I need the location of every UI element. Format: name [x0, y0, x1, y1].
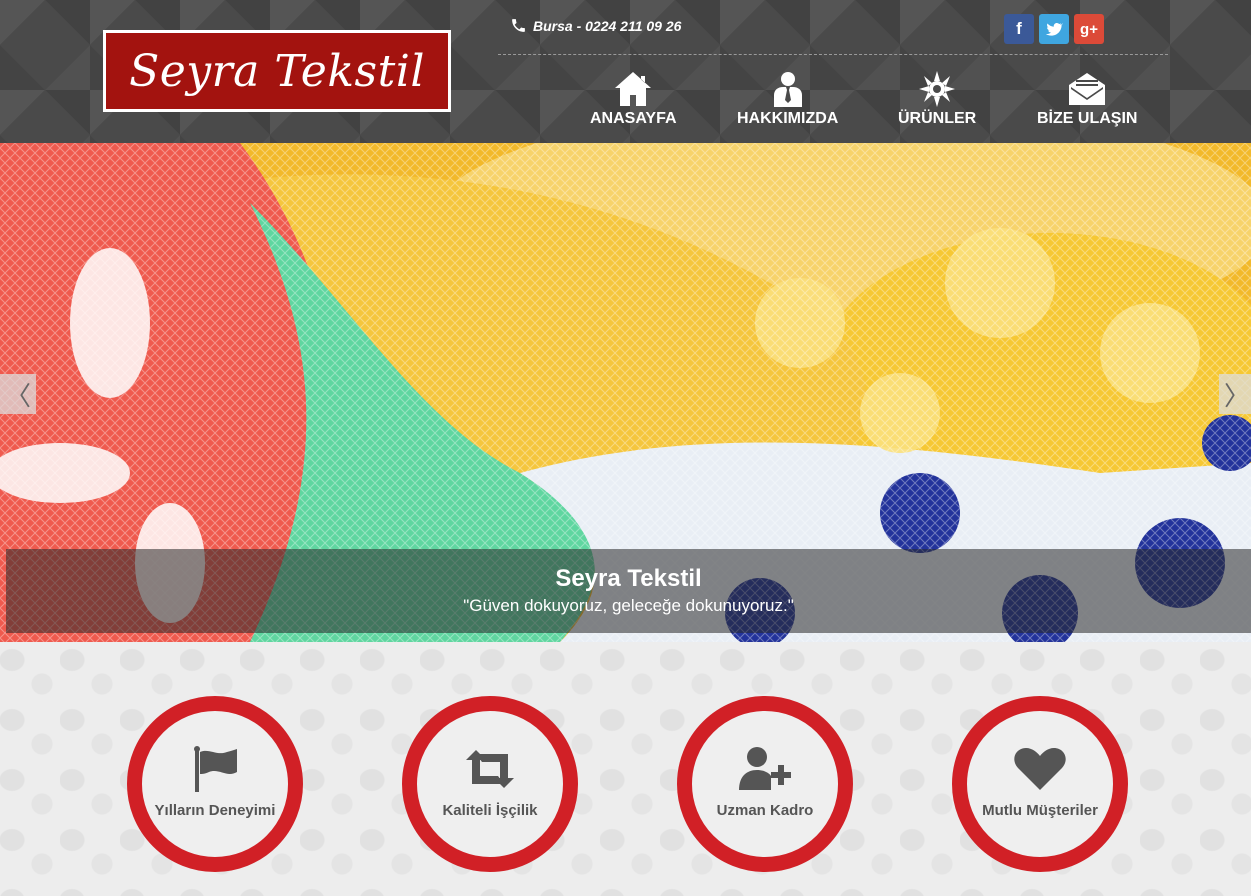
logo-text: Seyra Tekstil [129, 45, 425, 97]
heart-icon [1014, 747, 1066, 790]
add-user-icon [739, 746, 791, 790]
facebook-icon[interactable]: f [1004, 14, 1034, 44]
feature-team: Uzman Kadro [677, 696, 853, 872]
mail-icon [1069, 73, 1106, 105]
nav-label: HAKKIMIZDA [737, 110, 839, 127]
nav-item-contact[interactable]: BİZE ULAŞIN [1037, 70, 1137, 128]
feature-quality: Kaliteli İşçilik [402, 696, 578, 872]
contact-phone: Bursa - 0224 211 09 26 [510, 17, 681, 34]
header-divider [498, 54, 1168, 55]
feature-customers: Mutlu Müşteriler [952, 696, 1128, 872]
twitter-icon[interactable] [1039, 14, 1069, 44]
main-nav: ANASAYFA HAKKIMIZDA ÜRÜNLER BİZE ULAŞIN [560, 70, 1170, 132]
google-plus-icon[interactable]: g+ [1074, 14, 1104, 44]
feature-label: Kaliteli İşçilik [442, 801, 538, 819]
phone-text: Bursa - 0224 211 09 26 [533, 17, 682, 34]
nav-item-about[interactable]: HAKKIMIZDA [737, 70, 838, 128]
site-header: Seyra Tekstil Bursa - 0224 211 09 26 f g… [0, 0, 1251, 143]
nav-item-products[interactable]: ÜRÜNLER [898, 70, 976, 128]
slider-prev-button[interactable]: 〈 [0, 374, 36, 414]
nav-label: ANASAYFA [590, 110, 677, 127]
flag-icon [194, 745, 237, 792]
home-icon [615, 72, 652, 106]
person-icon [773, 72, 802, 107]
chevron-right-icon: 〉 [1223, 380, 1250, 411]
feature-label: Uzman Kadro [716, 801, 814, 819]
features-section: Yılların Deneyimi Kaliteli İşçilik Uzman… [0, 642, 1251, 896]
feature-experience: Yılların Deneyimi [127, 696, 303, 872]
nav-label: ÜRÜNLER [898, 110, 977, 127]
caption-title: Seyra Tekstil [555, 565, 702, 592]
feature-label: Yılların Deneyimi [154, 801, 276, 819]
chevron-left-icon: 〈 [4, 380, 31, 411]
caption-text: "Güven dokuyoruz, geleceğe dokunuyoruz." [463, 596, 794, 615]
phone-icon [512, 19, 525, 32]
gear-icon [919, 71, 956, 107]
social-links: f g+ [1004, 14, 1104, 44]
nav-label: BİZE ULAŞIN [1037, 110, 1138, 127]
hero-slider: 〈 〉 Seyra Tekstil "Güven dokuyoruz, gele… [0, 143, 1251, 642]
retweet-icon [466, 749, 514, 788]
feature-label: Mutlu Müşteriler [982, 801, 1098, 819]
slider-next-button[interactable]: 〉 [1219, 374, 1251, 414]
nav-item-home[interactable]: ANASAYFA [590, 70, 677, 128]
slide-caption: Seyra Tekstil "Güven dokuyoruz, geleceğe… [6, 549, 1251, 633]
site-logo[interactable]: Seyra Tekstil [103, 30, 451, 112]
